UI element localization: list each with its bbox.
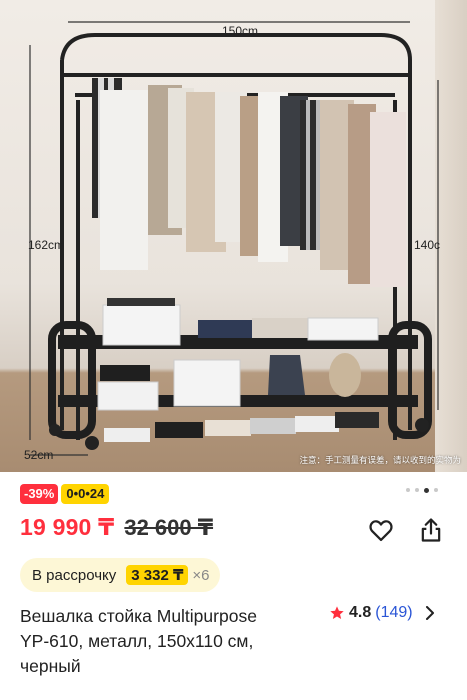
- gallery-dot-active[interactable]: [424, 487, 429, 493]
- installment-amount: 3 332 ₸: [126, 565, 189, 585]
- gallery-pagination[interactable]: [406, 487, 438, 493]
- chevron-right-icon: [425, 606, 434, 620]
- rating-score: 4.8: [349, 604, 372, 621]
- installment-times: ×6: [192, 566, 210, 584]
- share-icon[interactable]: [417, 516, 445, 544]
- title-line: черный: [20, 656, 81, 676]
- product-title: Вешалка стойка Multipurpose YP-610, мета…: [20, 604, 310, 679]
- measurement-note: 注意：手工测量有误差，请以收到的实物为: [299, 455, 461, 465]
- installment-badge: 0•0•24: [61, 484, 110, 504]
- dimension-width-label: 150cm: [222, 24, 259, 38]
- badges: -39% 0•0•24: [20, 484, 110, 504]
- title-line: Вешалка стойка Multipurpose: [20, 606, 257, 626]
- clothes-rack-illustration: [29, 21, 439, 456]
- discount-badge: -39%: [20, 484, 59, 504]
- price-row: 19 990 ₸ 32 600 ₸: [20, 514, 213, 541]
- old-price: 32 600 ₸: [124, 515, 214, 540]
- gallery-dot[interactable]: [406, 488, 410, 492]
- star-icon: [330, 606, 344, 619]
- product-actions: [367, 516, 445, 544]
- review-count: (149): [375, 604, 413, 621]
- gallery-dot[interactable]: [415, 488, 419, 492]
- installment-label: В рассрочку: [32, 566, 117, 584]
- gallery-dot[interactable]: [434, 488, 438, 492]
- product-photo[interactable]: 150cm 162cm 140c 52cm 注意：手工测量有误差，请以收到的实物…: [0, 0, 467, 472]
- dimension-depth-label: 52cm: [24, 448, 54, 462]
- dimension-height-label: 162cm: [28, 238, 65, 252]
- installment-offer[interactable]: В рассрочку 3 332 ₸ ×6: [20, 558, 220, 592]
- current-price: 19 990 ₸: [20, 514, 115, 540]
- heart-icon[interactable]: [367, 516, 395, 544]
- title-line: YP-610, металл, 150х110 см,: [20, 631, 254, 651]
- rating-link[interactable]: 4.8 (149): [329, 604, 435, 622]
- dimension-inner-height-label: 140c: [414, 238, 441, 252]
